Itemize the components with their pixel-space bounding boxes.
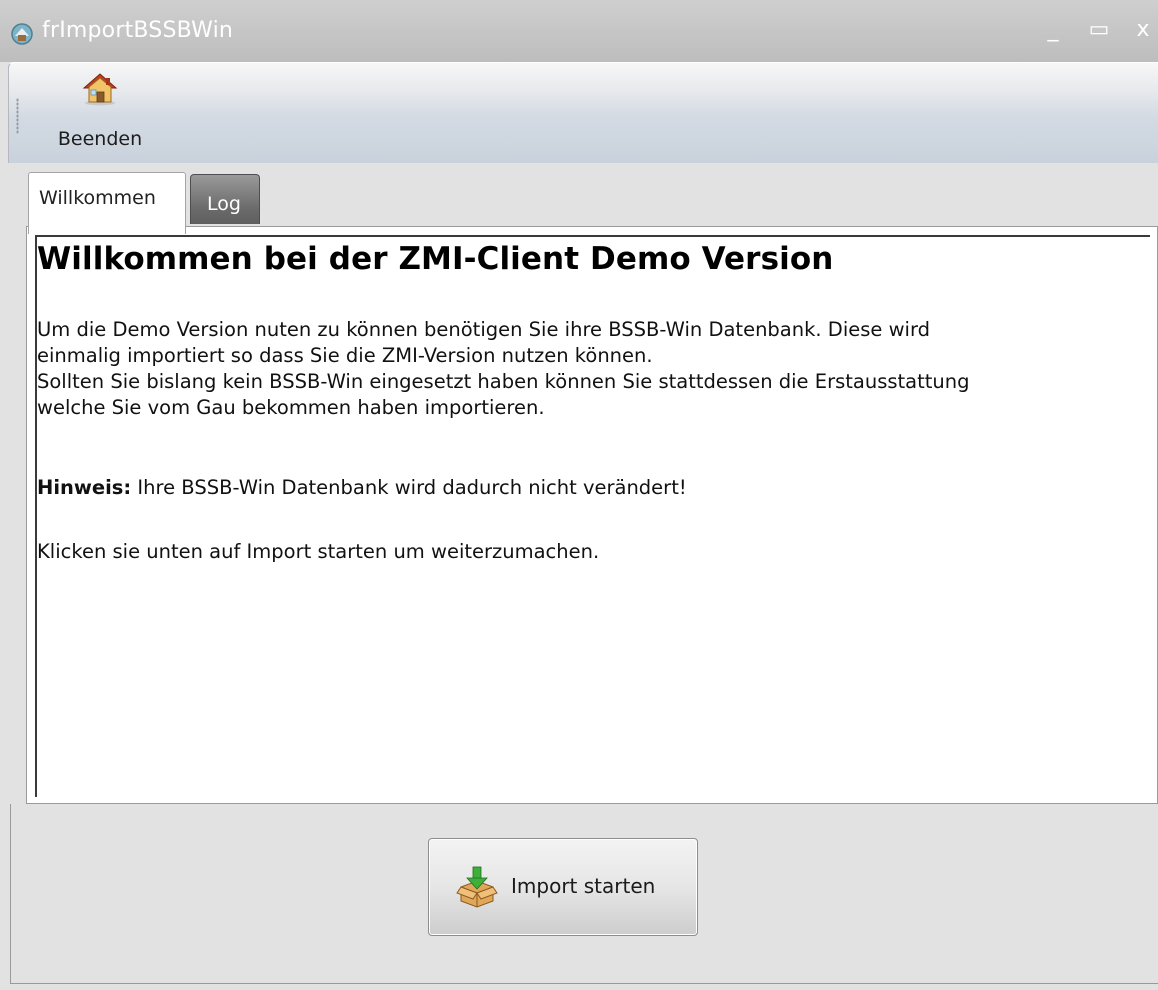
panel-border-top (35, 235, 1150, 237)
hint-label: Hinweis: (37, 476, 132, 499)
import-start-button[interactable]: Import starten (428, 838, 698, 936)
import-window: frImportBSSBWin _ ▭ x Beenden Willkommen… (0, 0, 1158, 990)
tab-log-label: Log (207, 193, 241, 215)
alternative-paragraph: Sollten Sie bislang kein BSSB-Win einges… (37, 369, 970, 421)
beenden-label: Beenden (57, 128, 143, 150)
maximize-button[interactable]: ▭ (1086, 16, 1112, 44)
instruction-text: Klicken sie unten auf Import starten um … (37, 540, 600, 563)
minimize-button[interactable]: _ (1040, 16, 1066, 44)
import-start-label: Import starten (511, 874, 656, 898)
hint-text: Ihre BSSB-Win Datenbank wird dadurch nic… (131, 476, 687, 499)
hint-paragraph: Hinweis: Ihre BSSB-Win Datenbank wird da… (37, 475, 687, 501)
house-icon (82, 73, 118, 106)
intro-paragraph: Um die Demo Version nuten zu können benö… (37, 317, 930, 369)
tab-log[interactable]: Log (190, 174, 260, 224)
welcome-heading: Willkommen bei der ZMI-Client Demo Versi… (37, 241, 834, 277)
title-bar[interactable]: frImportBSSBWin _ ▭ x (0, 0, 1158, 62)
alternative-line-1: Sollten Sie bislang kein BSSB-Win einges… (37, 370, 970, 393)
toolbar (8, 62, 1158, 163)
close-button[interactable]: x (1130, 16, 1156, 44)
tab-willkommen[interactable]: Willkommen (28, 172, 186, 234)
intro-line-1: Um die Demo Version nuten zu können benö… (37, 318, 931, 341)
alternative-line-2: welche Sie vom Gau bekommen haben import… (37, 396, 545, 419)
minimize-icon: _ (1047, 17, 1059, 42)
close-icon: x (1136, 17, 1150, 42)
toolbar-grip[interactable] (16, 98, 19, 134)
box-download-icon (456, 866, 498, 908)
app-icon (11, 23, 33, 45)
beenden-button[interactable]: Beenden (50, 70, 150, 158)
maximize-icon: ▭ (1088, 17, 1110, 42)
intro-line-2: einmalig importiert so dass Sie die ZMI-… (37, 344, 653, 367)
tab-willkommen-label: Willkommen (39, 187, 156, 209)
welcome-panel: Willkommen bei der ZMI-Client Demo Versi… (26, 226, 1158, 804)
window-title: frImportBSSBWin (42, 18, 234, 43)
